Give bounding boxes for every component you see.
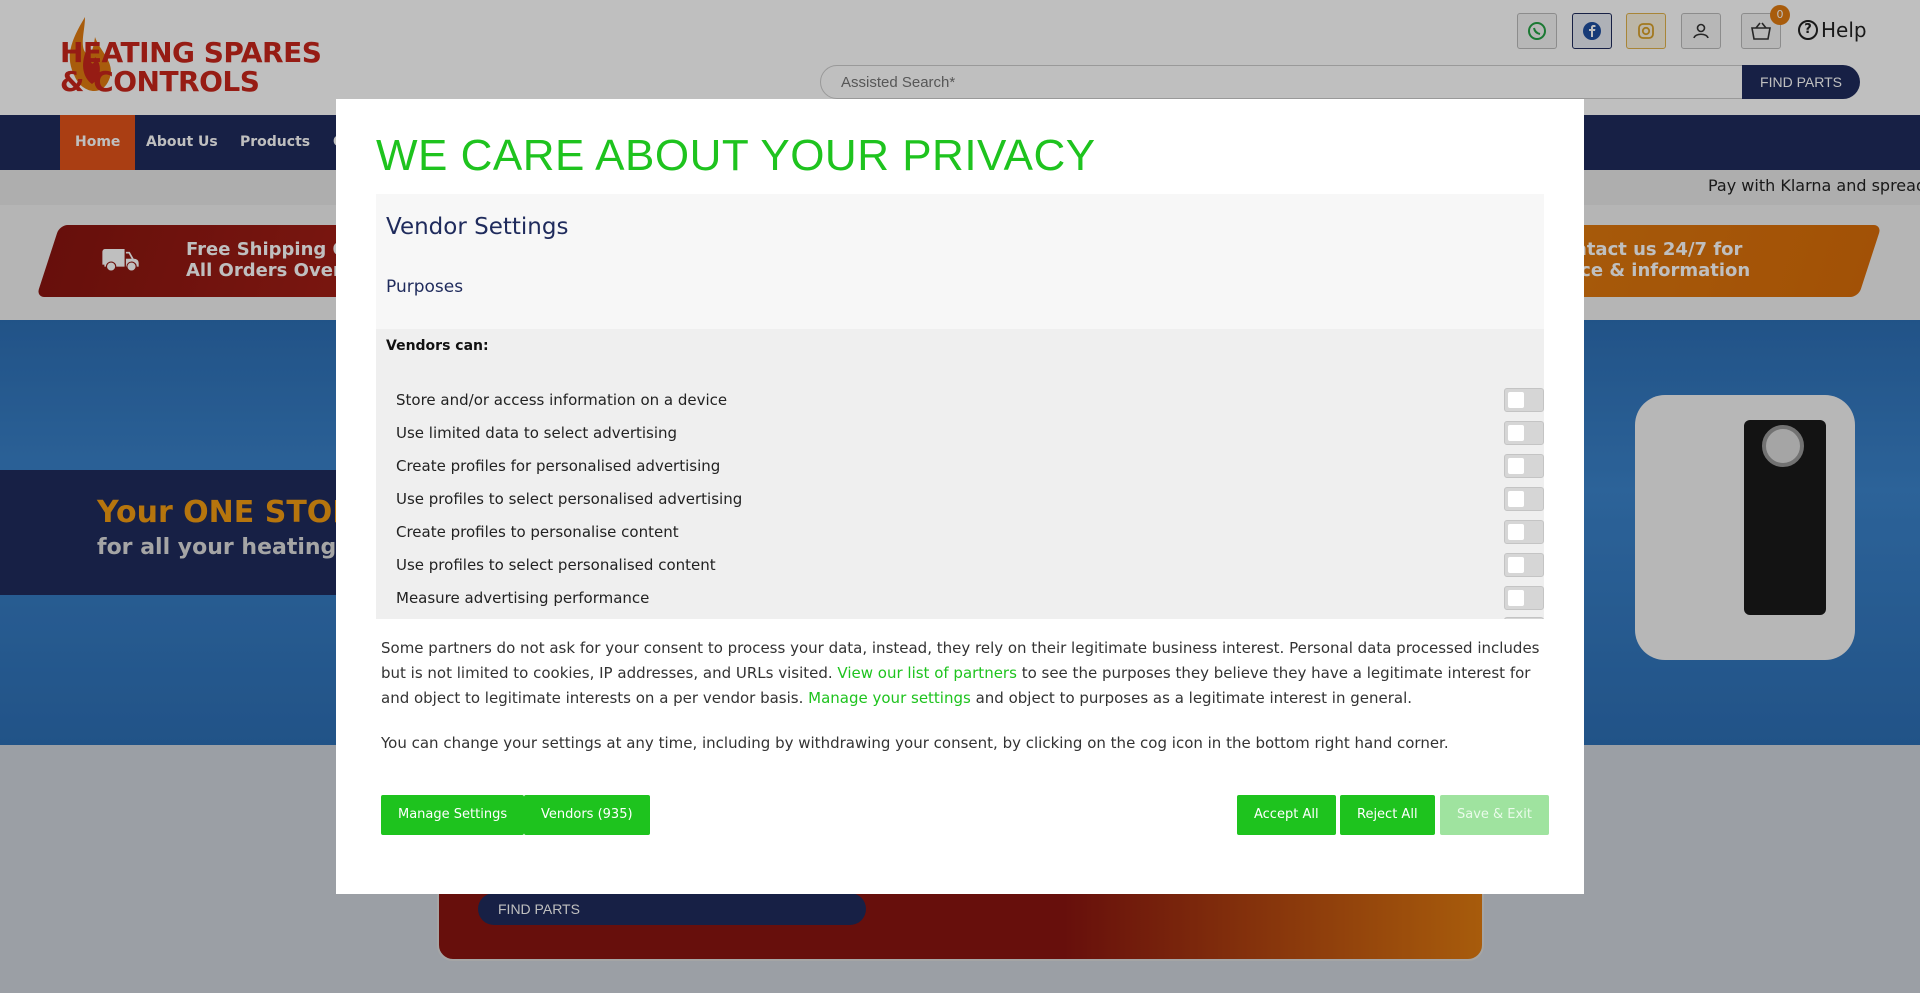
privacy-modal: WE CARE ABOUT YOUR PRIVACY Vendor Settin… — [336, 99, 1584, 894]
purpose-row: Measure advertising performance — [396, 585, 1544, 615]
purpose-toggle[interactable] — [1504, 553, 1544, 577]
save-exit-button[interactable]: Save & Exit — [1440, 795, 1549, 835]
purpose-label: Use limited data to select advertising — [396, 424, 678, 442]
accept-all-button[interactable]: Accept All — [1237, 795, 1336, 835]
purpose-row: Use profiles to select personalised adve… — [396, 486, 1544, 516]
purpose-row: Use profiles to select personalised cont… — [396, 552, 1544, 582]
purpose-row: Use limited data to select advertising — [396, 420, 1544, 450]
purpose-toggle[interactable] — [1504, 586, 1544, 610]
purposes-list: Vendors can: Store and/or access informa… — [376, 329, 1544, 619]
vendor-settings-panel[interactable]: Vendor Settings Purposes Vendors can: St… — [376, 194, 1544, 619]
purpose-toggle[interactable] — [1504, 617, 1544, 619]
purpose-label: Use profiles to select personalised cont… — [396, 556, 716, 574]
purpose-toggle[interactable] — [1504, 421, 1544, 445]
view-partners-link[interactable]: View our list of partners — [837, 664, 1017, 682]
purpose-row-partial — [396, 616, 1544, 619]
vendors-button[interactable]: Vendors (935) — [524, 795, 650, 835]
purposes-heading: Purposes — [386, 277, 464, 297]
legitimate-interest-text: Some partners do not ask for your consen… — [381, 636, 1541, 711]
purpose-toggle[interactable] — [1504, 454, 1544, 478]
purpose-label: Create profiles for personalised adverti… — [396, 457, 721, 475]
privacy-title: WE CARE ABOUT YOUR PRIVACY — [376, 131, 1096, 180]
legit-text-part-3: and object to purposes as a legitimate i… — [970, 689, 1413, 707]
change-settings-text: You can change your settings at any time… — [381, 734, 1449, 752]
purpose-label: Use profiles to select personalised adve… — [396, 490, 743, 508]
purpose-row: Create profiles for personalised adverti… — [396, 453, 1544, 483]
manage-settings-link[interactable]: Manage your settings — [808, 689, 971, 707]
purpose-toggle[interactable] — [1504, 388, 1544, 412]
purpose-label: Measure advertising performance — [396, 589, 650, 607]
manage-settings-button[interactable]: Manage Settings — [381, 795, 525, 835]
reject-all-button[interactable]: Reject All — [1340, 795, 1435, 835]
purpose-row: Store and/or access information on a dev… — [396, 387, 1544, 417]
purpose-label: Create profiles to personalise content — [396, 523, 679, 541]
purpose-toggle[interactable] — [1504, 487, 1544, 511]
vendors-can-label: Vendors can: — [386, 338, 489, 354]
vendor-settings-title: Vendor Settings — [386, 214, 569, 240]
purpose-row: Create profiles to personalise content — [396, 519, 1544, 549]
purpose-label: Store and/or access information on a dev… — [396, 391, 728, 409]
purpose-toggle[interactable] — [1504, 520, 1544, 544]
